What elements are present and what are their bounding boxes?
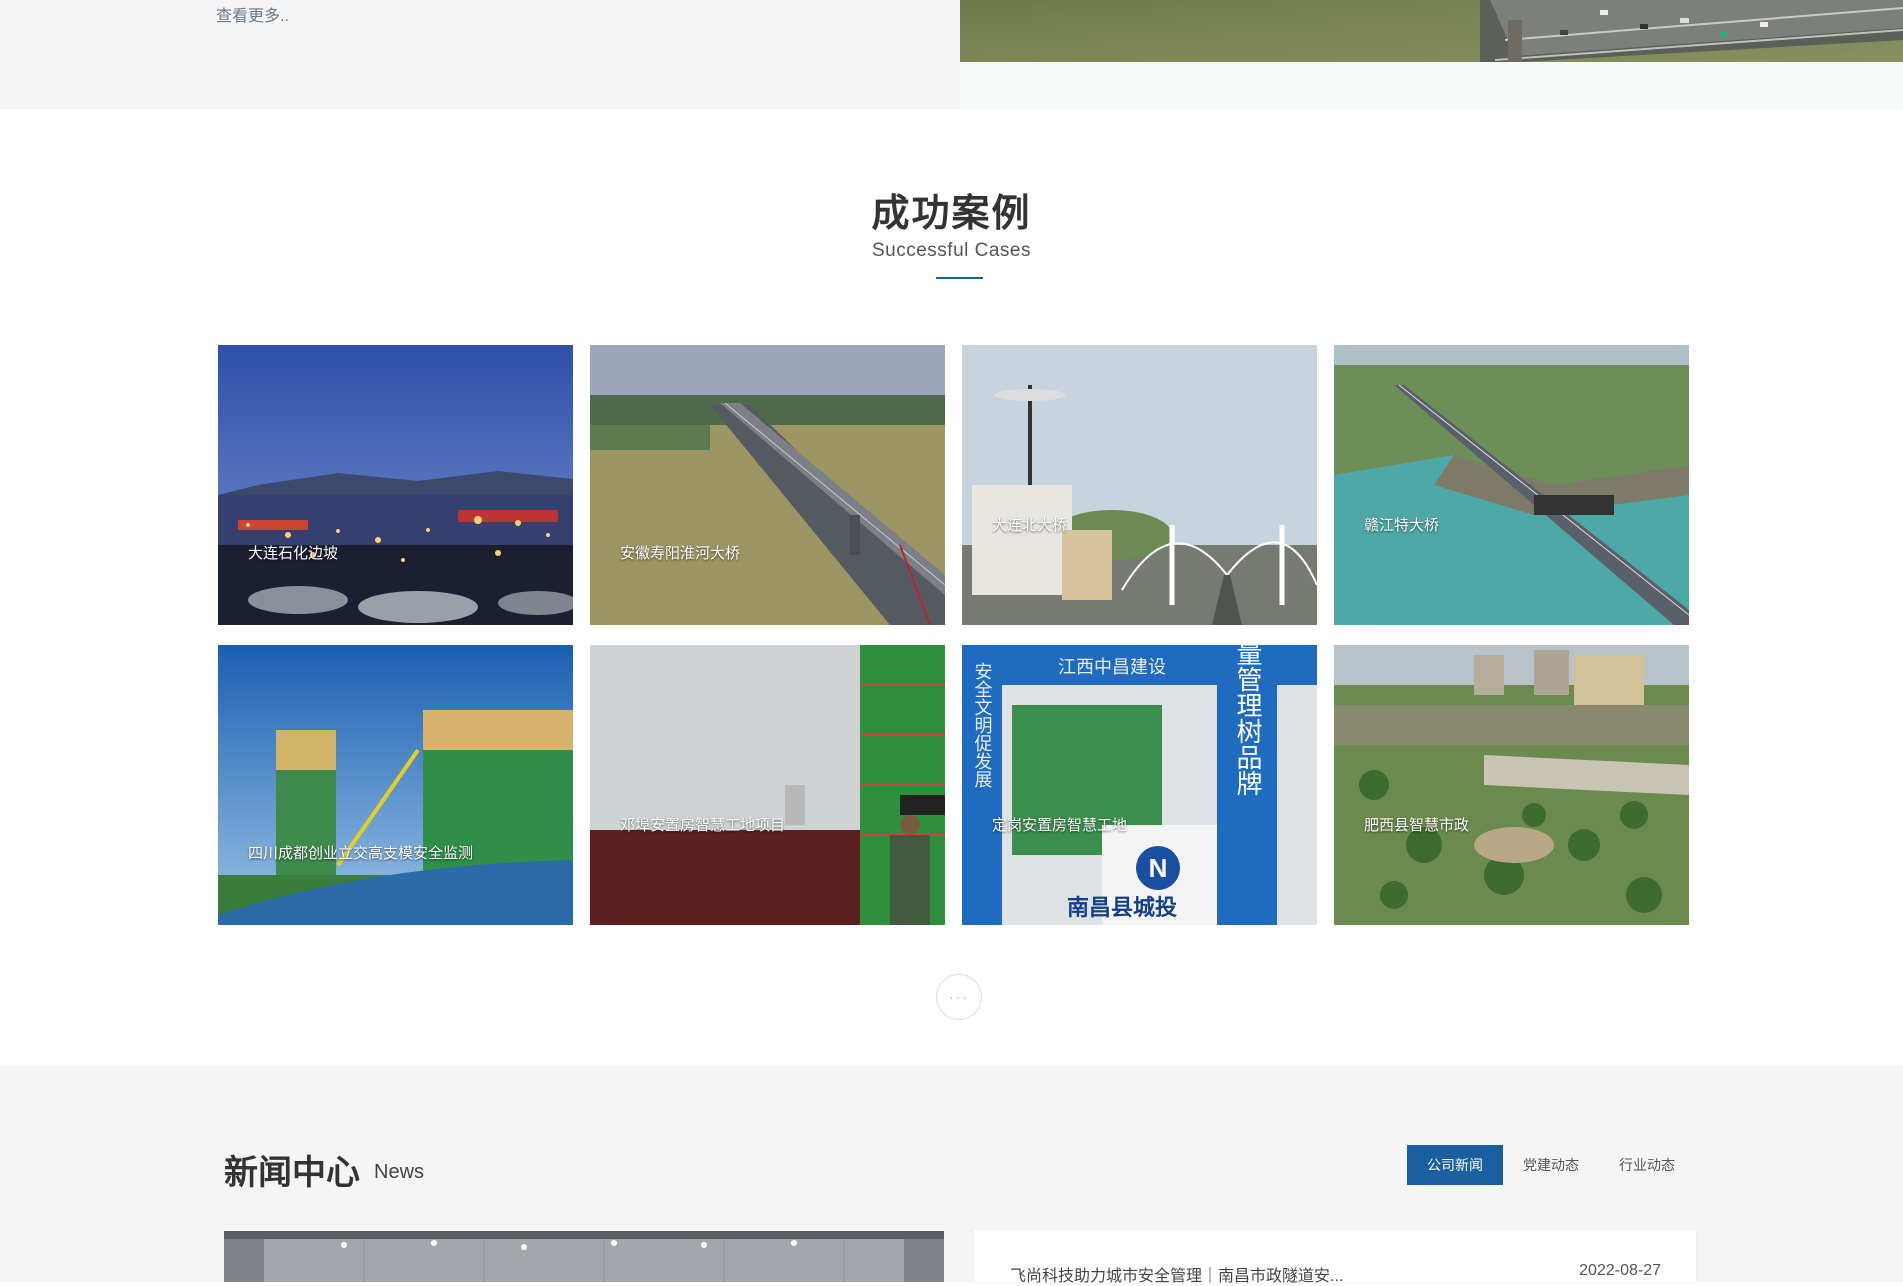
case-card-huaihe-bridge[interactable]: 安徽寿阳淮河大桥 xyxy=(590,345,945,625)
cases-section-subtitle: Successful Cases xyxy=(871,240,1031,261)
about-text-panel: 查看更多.. xyxy=(0,0,960,109)
case-label: 赣江特大桥 xyxy=(1364,517,1440,534)
case-card-feixi-municipal[interactable]: 肥西县智慧市政 xyxy=(1334,645,1689,925)
more-cases-button[interactable]: ··· xyxy=(936,974,982,1020)
case-image xyxy=(218,345,573,625)
featured-news-image[interactable] xyxy=(224,1231,944,1282)
case-image xyxy=(590,645,945,925)
news-item-date: 2022-08-27 xyxy=(1579,1262,1661,1279)
sign-slogan-right: 质量管理树品牌 xyxy=(1232,645,1262,796)
sign-slogan-top: 江西中昌建设 xyxy=(1058,657,1166,678)
case-label: 大连北大桥 xyxy=(992,517,1068,534)
case-image xyxy=(590,345,945,625)
case-card-dalian-petrochemical[interactable]: 大连石化边坡 xyxy=(218,345,573,625)
case-image: N 质量管理树品牌 南昌县城投 安全文明促发展 江西中昌建设 xyxy=(962,645,1317,925)
tab-party-news[interactable]: 党建动态 xyxy=(1503,1145,1599,1185)
case-card-ganjiang-bridge[interactable]: 赣江特大桥 xyxy=(1334,345,1689,625)
case-image xyxy=(1334,345,1689,625)
case-label: 四川成都创业立交高支模安全监测 xyxy=(248,845,474,862)
previous-section-strip: 查看更多.. xyxy=(0,0,1903,109)
news-photo xyxy=(224,1231,944,1282)
case-card-chengdu-interchange[interactable]: 四川成都创业立交高支模安全监测 xyxy=(218,645,573,925)
case-card-dalian-north-bridge[interactable]: 大连北大桥 xyxy=(962,345,1317,625)
svg-text:N: N xyxy=(1149,853,1168,883)
case-label: 大连石化边坡 xyxy=(248,545,339,562)
news-section-title-en: News xyxy=(374,1161,425,1183)
sign-slogan-left: 安全文明促发展 xyxy=(972,662,993,788)
news-item-title[interactable]: 飞尚科技助力城市安全管理｜南昌市政隧道安... xyxy=(1010,1262,1343,1286)
bridge-aerial-image xyxy=(960,0,1903,62)
case-card-dinggang-site[interactable]: N 质量管理树品牌 南昌县城投 安全文明促发展 江西中昌建设 定岗安置房智慧工地 xyxy=(962,645,1317,925)
case-label: 定岗安置房智慧工地 xyxy=(992,817,1128,834)
view-more-link[interactable]: 查看更多.. xyxy=(216,2,289,26)
case-label: 肥西县智慧市政 xyxy=(1364,817,1470,834)
tab-industry-news[interactable]: 行业动态 xyxy=(1599,1145,1695,1185)
sign-company: 南昌县城投 xyxy=(1067,895,1177,921)
case-image xyxy=(218,645,573,925)
case-label: 安徽寿阳淮河大桥 xyxy=(620,545,741,562)
case-card-dengbu-site[interactable]: 邓埠安置房智慧工地项目 xyxy=(590,645,945,925)
case-image xyxy=(962,345,1317,625)
news-section-title: 新闻中心 xyxy=(224,1154,360,1192)
about-image-panel xyxy=(960,0,1903,109)
case-label: 邓埠安置房智慧工地项目 xyxy=(620,817,786,834)
title-underline xyxy=(936,277,983,279)
tab-company-news[interactable]: 公司新闻 xyxy=(1407,1145,1503,1185)
case-image xyxy=(1334,645,1689,925)
news-list: 飞尚科技助力城市安全管理｜南昌市政隧道安... 2022-08-27 xyxy=(974,1230,1696,1285)
cases-section-title: 成功案例 xyxy=(871,193,1032,235)
